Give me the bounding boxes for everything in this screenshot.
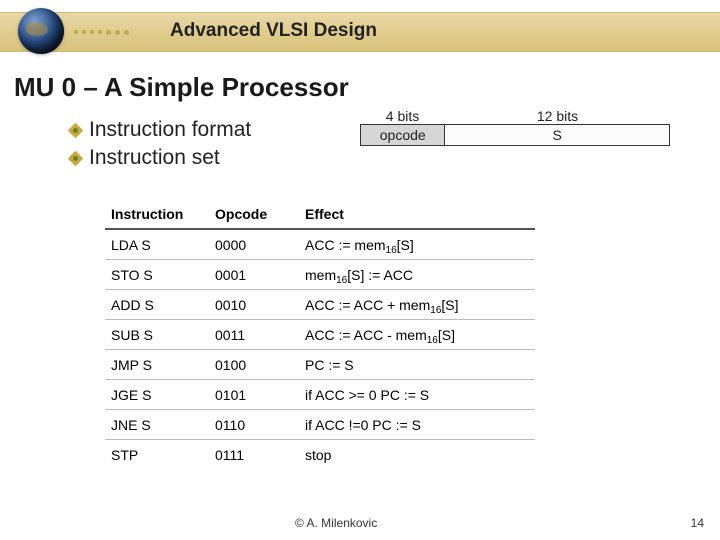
cell: 0111 [215, 447, 305, 463]
cell: ADD S [105, 297, 215, 313]
table-header: Instruction Opcode Effect [105, 200, 535, 230]
cell: if ACC !=0 PC := S [305, 417, 535, 433]
table-row: SUB S 0011 ACC := ACC - mem16[S] [105, 320, 535, 350]
cell: ACC := ACC + mem16[S] [305, 297, 535, 313]
bullet-text: Instruction format [89, 118, 251, 142]
slide-title: MU 0 – A Simple Processor [14, 72, 349, 103]
instruction-format-diagram: 4 bits 12 bits opcode S [360, 108, 670, 146]
cell: LDA S [105, 237, 215, 253]
table-row: JMP S 0100 PC := S [105, 350, 535, 380]
list-item: Instruction format [70, 118, 251, 142]
list-item: Instruction set [70, 146, 251, 170]
diamond-bullet-icon [68, 150, 84, 166]
cell: 0000 [215, 237, 305, 253]
cell: ACC := ACC - mem16[S] [305, 327, 535, 343]
globe-icon [18, 8, 64, 54]
col-instruction: Instruction [105, 206, 215, 222]
cell: 0100 [215, 357, 305, 373]
cell: PC := S [305, 357, 535, 373]
cell: ACC := mem16[S] [305, 237, 535, 253]
cell: mem16[S] := ACC [305, 267, 535, 283]
table-row: STO S 0001 mem16[S] := ACC [105, 260, 535, 290]
cell: SUB S [105, 327, 215, 343]
field-bits-label: 12 bits [445, 108, 670, 124]
cell: JNE S [105, 417, 215, 433]
cell: STO S [105, 267, 215, 283]
diamond-bullet-icon [68, 122, 84, 138]
cell: 0001 [215, 267, 305, 283]
field-bits-label: 4 bits [360, 108, 445, 124]
cell: 0101 [215, 387, 305, 403]
table-row: LDA S 0000 ACC := mem16[S] [105, 230, 535, 260]
decorative-dots [74, 30, 129, 35]
field-s: S [445, 125, 669, 145]
cell: JGE S [105, 387, 215, 403]
cell: 0011 [215, 327, 305, 343]
footer-author: © A. Milenkovic [295, 516, 377, 530]
table-row: STP 0111 stop [105, 440, 535, 470]
col-opcode: Opcode [215, 206, 305, 222]
cell: 0110 [215, 417, 305, 433]
cell: JMP S [105, 357, 215, 373]
instruction-set-table: Instruction Opcode Effect LDA S 0000 ACC… [105, 200, 535, 470]
cell: stop [305, 447, 535, 463]
cell: if ACC >= 0 PC := S [305, 387, 535, 403]
page-number: 14 [691, 516, 704, 530]
bullet-text: Instruction set [89, 146, 220, 170]
bullet-list: Instruction format Instruction set [70, 118, 251, 174]
field-opcode: opcode [361, 125, 445, 145]
course-title: Advanced VLSI Design [170, 20, 377, 42]
table-row: JNE S 0110 if ACC !=0 PC := S [105, 410, 535, 440]
cell: 0010 [215, 297, 305, 313]
table-row: JGE S 0101 if ACC >= 0 PC := S [105, 380, 535, 410]
col-effect: Effect [305, 206, 535, 222]
cell: STP [105, 447, 215, 463]
table-row: ADD S 0010 ACC := ACC + mem16[S] [105, 290, 535, 320]
